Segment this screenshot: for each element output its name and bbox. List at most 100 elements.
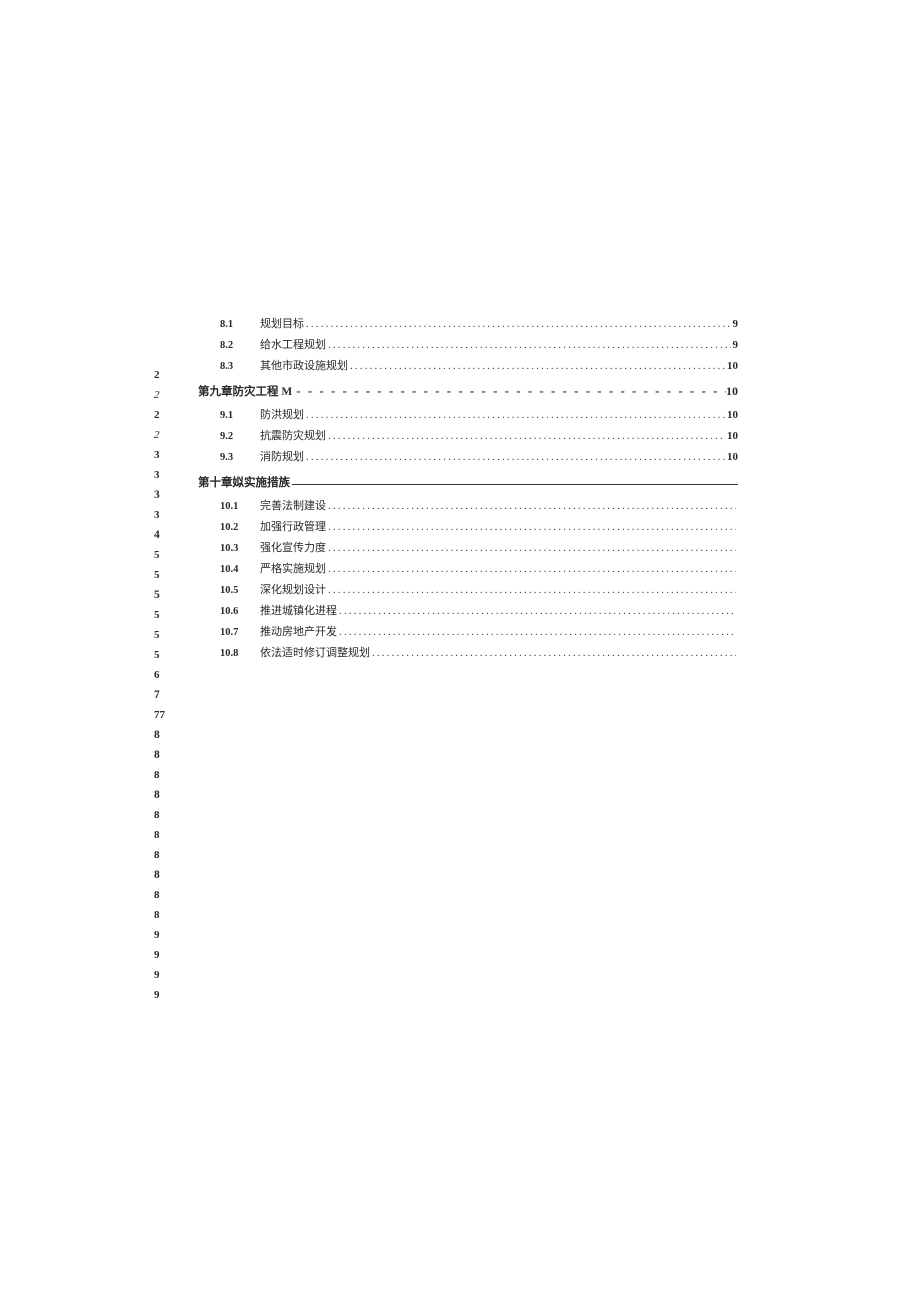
toc-row: 10.6推进城镇化进程. . . . . . . . . . . . . . .… [198,602,738,618]
toc-row-title: 深化规划设计 [260,581,328,597]
toc-chapter-page: 10 [726,384,738,399]
toc-row: 8.2给水工程规划. . . . . . . . . . . . . . . .… [198,336,738,352]
toc-row-num: 10.6 [198,606,260,617]
left-col-num: 5 [154,565,165,585]
left-col-num: 8 [154,845,165,865]
toc-row-title: 其他市政设施规划 [260,357,350,373]
left-col-num: 2 [154,425,165,445]
toc-row: 10.7推动房地产开发. . . . . . . . . . . . . . .… [198,623,738,639]
left-col-num: 8 [154,745,165,765]
toc-row-num: 8.2 [198,340,260,351]
toc-row: 10.8依法适时修订调整规划. . . . . . . . . . . . . … [198,644,738,660]
toc-chapter-underline [292,484,738,485]
toc-row: 8.3其他市政设施规划. . . . . . . . . . . . . . .… [198,357,738,373]
left-col-num: 8 [154,825,165,845]
toc-row-title: 推动房地产开发 [260,623,339,639]
toc-row-num: 10.8 [198,648,260,659]
toc-row: 8.1规划目标. . . . . . . . . . . . . . . . .… [198,315,738,331]
toc-chapter: 第十章姒实施措族 [198,474,738,490]
toc-row-title: 完善法制建设 [260,497,328,513]
left-col-num: 8 [154,905,165,925]
toc-row-title: 防洪规划 [260,406,306,422]
toc-row: 10.5深化规划设计. . . . . . . . . . . . . . . … [198,581,738,597]
toc-row-num: 10.3 [198,543,260,554]
left-col-num: 6 [154,665,165,685]
toc-row-leader: . . . . . . . . . . . . . . . . . . . . … [306,318,731,330]
toc-row: 9.1防洪规划. . . . . . . . . . . . . . . . .… [198,406,738,422]
toc-row-leader: . . . . . . . . . . . . . . . . . . . . … [306,451,725,463]
left-col-num: 8 [154,785,165,805]
toc-row-title: 强化宣传力度 [260,539,328,555]
toc-row-title: 加强行政管理 [260,518,328,534]
left-col-num: 4 [154,525,165,545]
left-col-num: 9 [154,925,165,945]
left-col-num: 3 [154,505,165,525]
toc-row-num: 8.3 [198,361,260,372]
toc-chapter-leader: - - - - - - - - - - - - - - - - - - - - … [292,383,726,399]
left-col-num: 8 [154,885,165,905]
toc-row: 10.2加强行政管理. . . . . . . . . . . . . . . … [198,518,738,534]
toc-row-num: 10.7 [198,627,260,638]
toc-row-leader: . . . . . . . . . . . . . . . . . . . . … [328,563,736,575]
toc-row-title: 抗震防灾规划 [260,427,328,443]
page: 222233334555555677788888888889999 8.1规划目… [0,0,920,1301]
toc-row-title: 消防规划 [260,448,306,464]
left-col-num: 7 [154,685,165,705]
toc-row-title: 推进城镇化进程 [260,602,339,618]
toc-row-page: 10 [725,451,738,463]
toc-row-num: 10.2 [198,522,260,533]
left-col-num: 3 [154,445,165,465]
toc-row: 10.1完善法制建设. . . . . . . . . . . . . . . … [198,497,738,513]
left-col-num: 5 [154,585,165,605]
left-col-num: 9 [154,985,165,1005]
toc-row-num: 10.4 [198,564,260,575]
toc-content: 8.1规划目标. . . . . . . . . . . . . . . . .… [198,315,738,665]
left-col-num: 5 [154,625,165,645]
toc-row-leader: . . . . . . . . . . . . . . . . . . . . … [328,542,736,554]
toc-row-leader: . . . . . . . . . . . . . . . . . . . . … [339,626,736,638]
toc-row-num: 10.1 [198,501,260,512]
toc-row: 10.4严格实施规划. . . . . . . . . . . . . . . … [198,560,738,576]
toc-row-page: 9 [731,339,739,351]
left-col-num: 8 [154,765,165,785]
left-col-num: 8 [154,805,165,825]
toc-row-title: 严格实施规划 [260,560,328,576]
toc-row-num: 9.3 [198,452,260,463]
left-col-num: 8 [154,865,165,885]
toc-row-leader: . . . . . . . . . . . . . . . . . . . . … [306,409,725,421]
toc-row-page: 10 [725,409,738,421]
left-col-num: 5 [154,605,165,625]
toc-row-num: 10.5 [198,585,260,596]
toc-row-leader: . . . . . . . . . . . . . . . . . . . . … [350,360,725,372]
toc-row-leader: . . . . . . . . . . . . . . . . . . . . … [328,584,736,596]
left-col-num: 9 [154,945,165,965]
toc-row-leader: . . . . . . . . . . . . . . . . . . . . … [328,500,736,512]
toc-row-num: 9.1 [198,410,260,421]
left-col-num: 5 [154,545,165,565]
toc-row: 10.3强化宣传力度. . . . . . . . . . . . . . . … [198,539,738,555]
left-col-num: 2 [154,385,165,405]
toc-row-leader: . . . . . . . . . . . . . . . . . . . . … [372,647,736,659]
left-number-column: 222233334555555677788888888889999 [154,365,165,1005]
toc-row-page: 10 [725,360,738,372]
toc-row-leader: . . . . . . . . . . . . . . . . . . . . … [328,430,725,442]
left-col-num: 2 [154,405,165,425]
toc-row: 9.2抗震防灾规划. . . . . . . . . . . . . . . .… [198,427,738,443]
left-col-num: 5 [154,645,165,665]
left-col-num: 3 [154,465,165,485]
toc-chapter: 第九章防灾工程 M- - - - - - - - - - - - - - - -… [198,383,738,399]
left-col-num: 2 [154,365,165,385]
toc-row-leader: . . . . . . . . . . . . . . . . . . . . … [339,605,736,617]
toc-row-page: 10 [725,430,738,442]
toc-row-title: 依法适时修订调整规划 [260,644,372,660]
left-col-num: 9 [154,965,165,985]
toc-chapter-title: 第九章防灾工程 M [198,383,292,399]
left-col-num: 3 [154,485,165,505]
toc-row-leader: . . . . . . . . . . . . . . . . . . . . … [328,521,736,533]
left-col-num: 8 [154,725,165,745]
toc-row-num: 8.1 [198,319,260,330]
toc-row-page: 9 [731,318,739,330]
toc-row-title: 规划目标 [260,315,306,331]
toc-row-num: 9.2 [198,431,260,442]
toc-row-leader: . . . . . . . . . . . . . . . . . . . . … [328,339,731,351]
